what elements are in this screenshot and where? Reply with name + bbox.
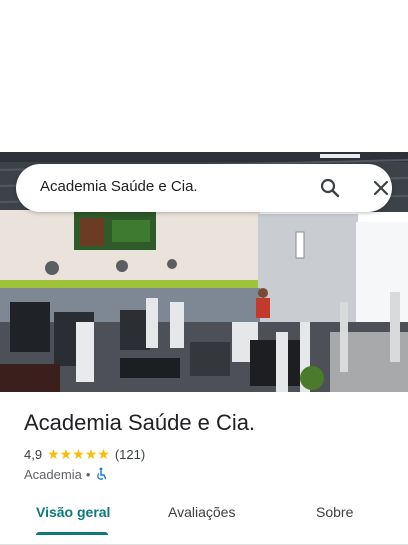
tab-about[interactable]: Sobre — [316, 504, 353, 520]
search-icon[interactable] — [318, 176, 342, 200]
wheelchair-icon — [94, 467, 108, 481]
close-icon[interactable] — [369, 176, 393, 200]
search-bar[interactable]: Academia Saúde e Cia. — [16, 164, 392, 212]
active-tab-indicator — [36, 532, 108, 535]
place-title: Academia Saúde e Cia. — [24, 410, 256, 435]
rating-value: 4,9 — [24, 446, 43, 462]
tab-overview[interactable]: Visão geral — [36, 504, 110, 520]
rating-stars: ★★★★★ — [47, 445, 110, 462]
tab-reviews[interactable]: Avaliações — [168, 504, 235, 520]
place-category: Academia — [24, 466, 82, 482]
category-row: Academia • — [24, 466, 108, 482]
category-separator: • — [85, 466, 91, 482]
rating-row[interactable]: 4,9 ★★★★★ (121) — [24, 445, 145, 463]
search-input[interactable]: Academia Saúde e Cia. — [40, 178, 198, 195]
review-count[interactable]: (121) — [115, 447, 145, 462]
place-tabs: Visão geral Avaliações Sobre — [0, 494, 408, 545]
